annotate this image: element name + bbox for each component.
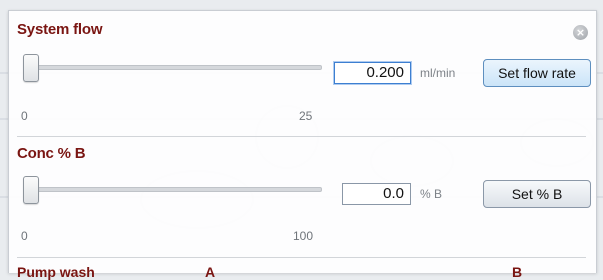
system-flow-slider-thumb[interactable] xyxy=(23,54,39,82)
system-flow-slider-track[interactable] xyxy=(25,65,322,70)
system-control-panel: × System flow 0 25 0.200 ml/min Set flow… xyxy=(8,10,597,280)
conc-b-unit: % B xyxy=(420,187,443,201)
set-percent-b-button[interactable]: Set % B xyxy=(483,180,591,208)
system-flow-value-input[interactable]: 0.200 xyxy=(334,62,411,84)
system-flow-min-label: 0 xyxy=(21,109,28,123)
system-flow-max-label: 25 xyxy=(299,109,313,123)
set-flow-rate-button[interactable]: Set flow rate xyxy=(483,59,591,87)
conc-b-max-label: 100 xyxy=(293,229,314,243)
pump-wash-title: Pump wash xyxy=(17,264,95,280)
conc-b-title: Conc % B xyxy=(17,145,86,162)
section-divider-2 xyxy=(17,257,586,258)
section-divider xyxy=(17,136,586,137)
system-flow-title: System flow xyxy=(17,21,103,38)
close-icon[interactable]: × xyxy=(573,25,588,40)
pump-wash-col-a: A xyxy=(205,264,216,280)
conc-b-min-label: 0 xyxy=(21,229,28,243)
conc-b-slider-track[interactable] xyxy=(25,187,322,192)
conc-b-slider-thumb[interactable] xyxy=(23,176,39,204)
system-flow-unit: ml/min xyxy=(420,66,456,80)
conc-b-value-input[interactable]: 0.0 xyxy=(342,183,411,205)
pump-wash-col-b: B xyxy=(512,264,523,280)
